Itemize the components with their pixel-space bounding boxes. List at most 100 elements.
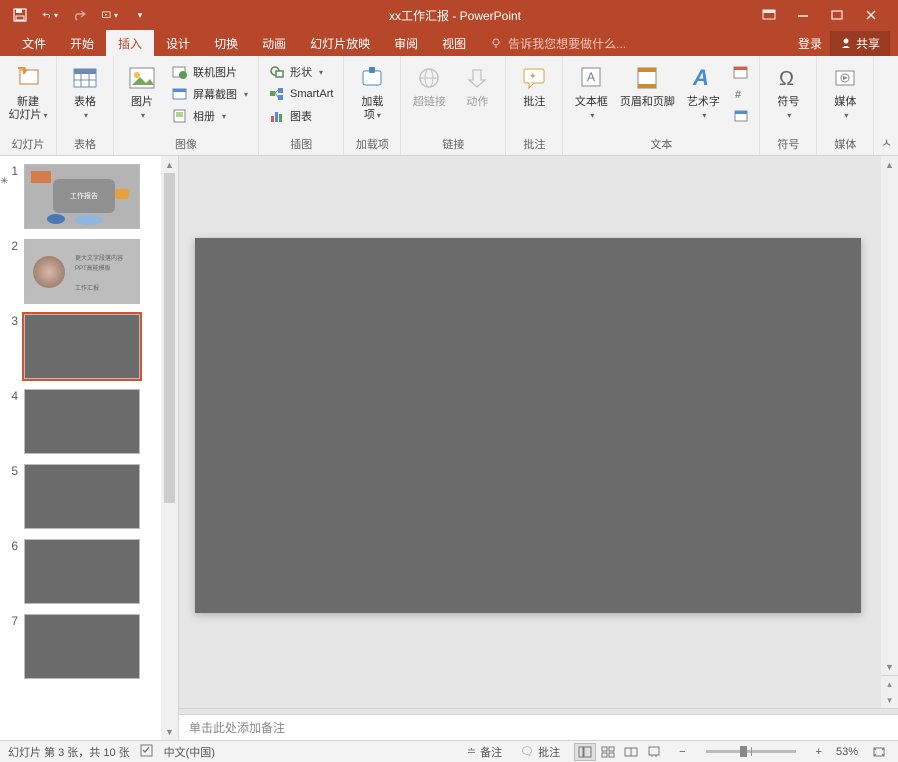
window-title: xx工作汇报 - PowerPoint <box>148 7 762 24</box>
thumbnail-1[interactable]: 1✳ 工作报告 <box>6 164 168 229</box>
thumbnail-7[interactable]: 7 <box>6 614 168 679</box>
chart-icon <box>269 108 285 124</box>
picture-button[interactable]: 图片▾ <box>120 60 164 122</box>
workspace: 1✳ 工作报告 2 更大文字段落内容PPT高能模板工作汇报 3 4 <box>0 156 898 740</box>
language-indicator[interactable]: 中文(中国) <box>164 744 215 760</box>
ribbon-group-slides: ✦ 新建 幻灯片▾ 幻灯片 <box>0 56 57 155</box>
slide-canvas-area[interactable]: ▲ ▼ ▴ ▾ <box>179 156 898 708</box>
view-buttons <box>574 743 665 761</box>
thumbnail-3[interactable]: 3 <box>6 314 168 379</box>
header-footer-button[interactable]: 页眉和页脚 <box>617 60 677 109</box>
scroll-down-icon[interactable]: ▼ <box>881 658 898 675</box>
object-button[interactable] <box>729 106 753 126</box>
notes-pane[interactable]: 单击此处添加备注 <box>179 714 898 740</box>
comment-button[interactable]: ✦ 批注 <box>512 60 556 109</box>
save-button[interactable] <box>12 7 28 23</box>
tell-me-search[interactable]: 告诉我您想要做什么... <box>478 30 626 56</box>
addins-button[interactable]: 加载 项▾ <box>350 60 394 122</box>
tab-insert[interactable]: 插入 <box>106 30 154 56</box>
textbox-button[interactable]: A 文本框▾ <box>569 60 613 122</box>
status-bar: 幻灯片 第 3 张，共 10 张 中文(中国) ≐备注 🗨批注 − + 53% <box>0 740 898 762</box>
person-icon <box>840 37 852 49</box>
symbol-button[interactable]: Ω 符号▾ <box>766 60 810 122</box>
chart-button[interactable]: 图表 <box>265 106 337 126</box>
spell-check-button[interactable] <box>140 743 154 760</box>
zoom-out-button[interactable]: − <box>675 746 689 758</box>
scroll-up-icon[interactable]: ▲ <box>161 156 178 173</box>
hyperlink-icon <box>413 62 445 94</box>
slideshow-view-button[interactable] <box>643 743 665 761</box>
sign-in-button[interactable]: 登录 <box>798 35 822 52</box>
date-time-button[interactable] <box>729 62 753 82</box>
new-slide-label: 新建 幻灯片▾ <box>8 96 47 122</box>
editor-scrollbar[interactable]: ▲ ▼ ▴ ▾ <box>881 156 898 708</box>
collapse-ribbon-button[interactable]: ㅅ <box>881 134 892 151</box>
tab-design[interactable]: 设计 <box>154 30 202 56</box>
tab-home[interactable]: 开始 <box>58 30 106 56</box>
tab-animations[interactable]: 动画 <box>250 30 298 56</box>
ribbon-group-addins: 加载 项▾ 加载项 <box>344 56 401 155</box>
slide-sorter-view-button[interactable] <box>597 743 619 761</box>
svg-text:✦: ✦ <box>529 71 537 81</box>
smartart-button[interactable]: SmartArt <box>265 84 337 104</box>
table-button[interactable]: 表格▾ <box>63 60 107 122</box>
scroll-up-icon[interactable]: ▲ <box>881 156 898 173</box>
thumbnail-4[interactable]: 4 <box>6 389 168 454</box>
slide-thumbnails-pane: 1✳ 工作报告 2 更大文字段落内容PPT高能模板工作汇报 3 4 <box>0 156 179 740</box>
scrollbar-grip[interactable] <box>164 173 175 503</box>
smartart-icon <box>269 86 285 102</box>
fit-to-window-button[interactable] <box>868 746 890 758</box>
share-button[interactable]: 共享 <box>830 31 890 56</box>
slide-canvas[interactable] <box>195 238 861 613</box>
shapes-button[interactable]: 形状▾ <box>265 62 337 82</box>
ribbon-display-options-button[interactable] <box>762 8 776 22</box>
undo-button[interactable]: ▾ <box>42 7 58 23</box>
slide-number-button[interactable]: # <box>729 84 753 104</box>
tab-file[interactable]: 文件 <box>10 30 58 56</box>
hyperlink-button: 超链接 <box>407 60 451 109</box>
reading-view-button[interactable] <box>620 743 642 761</box>
thumbnail-6[interactable]: 6 <box>6 539 168 604</box>
normal-view-button[interactable] <box>574 743 596 761</box>
screenshot-button[interactable]: 屏幕截图▾ <box>168 84 252 104</box>
minimize-button[interactable] <box>796 8 810 22</box>
zoom-slider[interactable] <box>706 750 796 753</box>
scroll-down-icon[interactable]: ▼ <box>161 723 178 740</box>
ribbon-group-symbols: Ω 符号▾ 符号 <box>760 56 817 155</box>
svg-text:✦: ✦ <box>21 66 29 77</box>
media-icon <box>829 62 861 94</box>
zoom-level[interactable]: 53% <box>836 746 858 758</box>
tab-slideshow[interactable]: 幻灯片放映 <box>298 30 382 56</box>
symbol-icon: Ω <box>772 62 804 94</box>
maximize-button[interactable] <box>830 8 844 22</box>
online-pictures-button[interactable]: 联机图片 <box>168 62 252 82</box>
tab-review[interactable]: 审阅 <box>382 30 430 56</box>
slide-number-icon: # <box>733 86 749 102</box>
start-from-beginning-button[interactable]: ▾ <box>102 7 118 23</box>
qat-customize-button[interactable]: ▾ <box>132 7 148 23</box>
thumbnail-2[interactable]: 2 更大文字段落内容PPT高能模板工作汇报 <box>6 239 168 304</box>
action-button: 动作 <box>455 60 499 109</box>
object-icon <box>733 108 749 124</box>
thumbnail-5[interactable]: 5 <box>6 464 168 529</box>
media-button[interactable]: 媒体▾ <box>823 60 867 122</box>
lightbulb-icon <box>490 37 502 49</box>
zoom-in-button[interactable]: + <box>812 746 826 758</box>
notes-toggle[interactable]: ≐备注 <box>463 744 506 760</box>
tab-transitions[interactable]: 切换 <box>202 30 250 56</box>
photo-album-button[interactable]: 相册▾ <box>168 106 252 126</box>
next-slide-button[interactable]: ▾ <box>881 692 898 708</box>
ribbon-group-text: A 文本框▾ 页眉和页脚 A 艺术字▾ # 文本 <box>563 56 760 155</box>
tell-me-placeholder: 告诉我您想要做什么... <box>508 35 626 52</box>
thumbnails-scrollbar[interactable]: ▲ ▼ <box>161 156 178 740</box>
close-button[interactable] <box>864 8 878 22</box>
tab-view[interactable]: 视图 <box>430 30 478 56</box>
wordart-button[interactable]: A 艺术字▾ <box>681 60 725 122</box>
quick-access-toolbar: ▾ ▾ ▾ <box>0 7 148 23</box>
comments-toggle[interactable]: 🗨批注 <box>516 744 564 760</box>
slide-counter[interactable]: 幻灯片 第 3 张，共 10 张 <box>8 744 130 760</box>
redo-button[interactable] <box>72 7 88 23</box>
shapes-icon <box>269 64 285 80</box>
new-slide-button[interactable]: ✦ 新建 幻灯片▾ <box>6 60 50 122</box>
previous-slide-button[interactable]: ▴ <box>881 676 898 692</box>
